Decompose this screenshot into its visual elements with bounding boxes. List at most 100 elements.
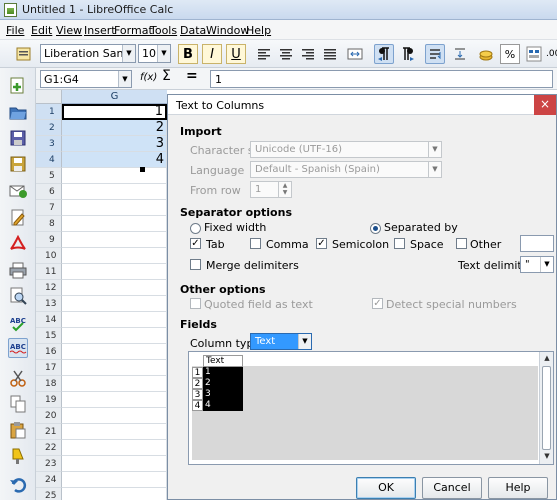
open-folder-icon[interactable] — [8, 102, 28, 122]
merge-cells-icon[interactable] — [345, 44, 365, 64]
selection-fill-handle[interactable] — [140, 167, 145, 172]
scrollbar-thumb[interactable] — [542, 366, 551, 450]
separated-by-radio[interactable] — [370, 223, 381, 234]
percent-button[interactable]: % — [500, 44, 520, 64]
save-icon[interactable] — [8, 128, 28, 148]
semicolon-checkbox[interactable]: ✓ — [316, 238, 327, 249]
row-header[interactable]: 25 — [36, 488, 62, 500]
cell-g19[interactable] — [62, 392, 167, 408]
text-delimiter-dropdown[interactable]: " ▼ — [520, 256, 554, 273]
cell-g11[interactable] — [62, 264, 167, 280]
language-dropdown[interactable]: Default - Spanish (Spain) ▼ — [250, 161, 442, 178]
preview-column-header[interactable]: Text — [203, 355, 243, 367]
row-header[interactable]: 10 — [36, 248, 62, 264]
ltr-paragraph-icon[interactable] — [374, 44, 394, 64]
cell-g7[interactable] — [62, 200, 167, 216]
underline-button[interactable]: U — [226, 44, 246, 64]
vertical-align-icon[interactable] — [450, 44, 470, 64]
copy-icon[interactable] — [8, 394, 28, 414]
scroll-down-icon[interactable]: ▼ — [542, 452, 552, 462]
chevron-down-icon[interactable]: ▼ — [428, 142, 441, 157]
row-header[interactable]: 16 — [36, 344, 62, 360]
spinner-arrows-icon[interactable]: ▲ ▼ — [278, 182, 291, 197]
comma-checkbox[interactable] — [250, 238, 261, 249]
preview-cell[interactable]: 4 — [203, 400, 243, 411]
rtl-paragraph-icon[interactable] — [398, 44, 418, 64]
sum-icon[interactable]: Σ — [162, 68, 171, 86]
cell-g9[interactable] — [62, 232, 167, 248]
row-header[interactable]: 14 — [36, 312, 62, 328]
row-header[interactable]: 24 — [36, 472, 62, 488]
cell-g20[interactable] — [62, 408, 167, 424]
align-right-icon[interactable] — [298, 44, 318, 64]
add-decimal-button[interactable]: .00 — [546, 44, 557, 64]
row-header[interactable]: 21 — [36, 424, 62, 440]
preview-scrollbar[interactable]: ▲ ▼ — [539, 352, 553, 464]
cell-g1[interactable]: 1 — [62, 104, 167, 120]
cut-icon[interactable] — [8, 368, 28, 388]
row-header[interactable]: 15 — [36, 328, 62, 344]
bold-button[interactable]: B — [178, 44, 198, 64]
cell-g13[interactable] — [62, 296, 167, 312]
menu-tools[interactable]: Tools — [150, 24, 177, 37]
cell-g4[interactable]: 4 — [62, 152, 167, 168]
send-email-icon[interactable] — [8, 180, 28, 200]
menu-file[interactable]: File — [6, 24, 24, 37]
column-type-dropdown[interactable]: Text ▼ — [250, 333, 312, 350]
wrap-text-icon[interactable] — [425, 44, 445, 64]
menu-edit[interactable]: Edit — [31, 24, 52, 37]
name-box[interactable]: G1:G4 ▼ — [40, 70, 132, 88]
spellcheck-icon[interactable]: ABC — [8, 314, 28, 334]
merge-delimiters-checkbox[interactable] — [190, 259, 201, 270]
cell-g16[interactable] — [62, 344, 167, 360]
cell-g21[interactable] — [62, 424, 167, 440]
row-header[interactable]: 12 — [36, 280, 62, 296]
row-header[interactable]: 23 — [36, 456, 62, 472]
menu-format[interactable]: Format — [114, 24, 153, 37]
chevron-down-icon[interactable]: ▼ — [118, 71, 131, 87]
row-header[interactable]: 19 — [36, 392, 62, 408]
spreadsheet-grid[interactable]: G 1 1 2 2 3 3 4 4 5 6 7 8 9 10 11 12 13 14 15 16 17 18 19 20 21 2… — [36, 90, 167, 500]
row-header[interactable]: 1 — [36, 104, 62, 120]
row-header[interactable]: 2 — [36, 120, 62, 136]
cell-g24[interactable] — [62, 472, 167, 488]
other-separator-input[interactable] — [520, 235, 554, 252]
chevron-down-icon[interactable]: ▼ — [157, 45, 170, 62]
menu-data[interactable]: Data — [180, 24, 206, 37]
print-icon[interactable] — [8, 260, 28, 280]
row-header[interactable]: 8 — [36, 216, 62, 232]
row-header[interactable]: 4 — [36, 152, 62, 168]
row-header[interactable]: 18 — [36, 376, 62, 392]
fields-preview[interactable]: Text 1 1 2 2 3 3 4 4 ▲ ▼ — [188, 351, 554, 465]
cell-g23[interactable] — [62, 456, 167, 472]
close-icon[interactable]: × — [534, 95, 556, 115]
align-center-icon[interactable] — [276, 44, 296, 64]
space-checkbox[interactable] — [394, 238, 405, 249]
italic-button[interactable]: I — [202, 44, 222, 64]
from-row-spinner[interactable]: 1 ▲ ▼ — [250, 181, 292, 198]
cell-g22[interactable] — [62, 440, 167, 456]
charset-dropdown[interactable]: Unicode (UTF-16) ▼ — [250, 141, 442, 158]
help-button[interactable]: Help — [488, 477, 548, 499]
ok-button[interactable]: OK — [356, 477, 416, 499]
other-checkbox[interactable] — [456, 238, 467, 249]
cell-g14[interactable] — [62, 312, 167, 328]
cell-g2[interactable]: 2 — [62, 120, 167, 136]
chevron-down-icon[interactable]: ▼ — [122, 45, 135, 62]
cell-g3[interactable]: 3 — [62, 136, 167, 152]
chevron-down-icon[interactable]: ▼ — [298, 334, 311, 349]
quoted-field-checkbox[interactable] — [190, 298, 201, 309]
cell-g15[interactable] — [62, 328, 167, 344]
function-equals-icon[interactable]: = — [186, 68, 198, 86]
function-wizard-icon[interactable]: f(x) — [140, 72, 157, 90]
detect-numbers-checkbox[interactable]: ✓ — [372, 298, 383, 309]
cell-g12[interactable] — [62, 280, 167, 296]
currency-icon[interactable] — [476, 44, 496, 64]
row-header[interactable]: 5 — [36, 168, 62, 184]
fixed-width-radio[interactable] — [190, 223, 201, 234]
tab-checkbox[interactable]: ✓ — [190, 238, 201, 249]
row-header[interactable]: 7 — [36, 200, 62, 216]
font-name-combo[interactable]: Liberation Sans ▼ — [40, 44, 136, 63]
row-header[interactable]: 11 — [36, 264, 62, 280]
justify-icon[interactable] — [320, 44, 340, 64]
